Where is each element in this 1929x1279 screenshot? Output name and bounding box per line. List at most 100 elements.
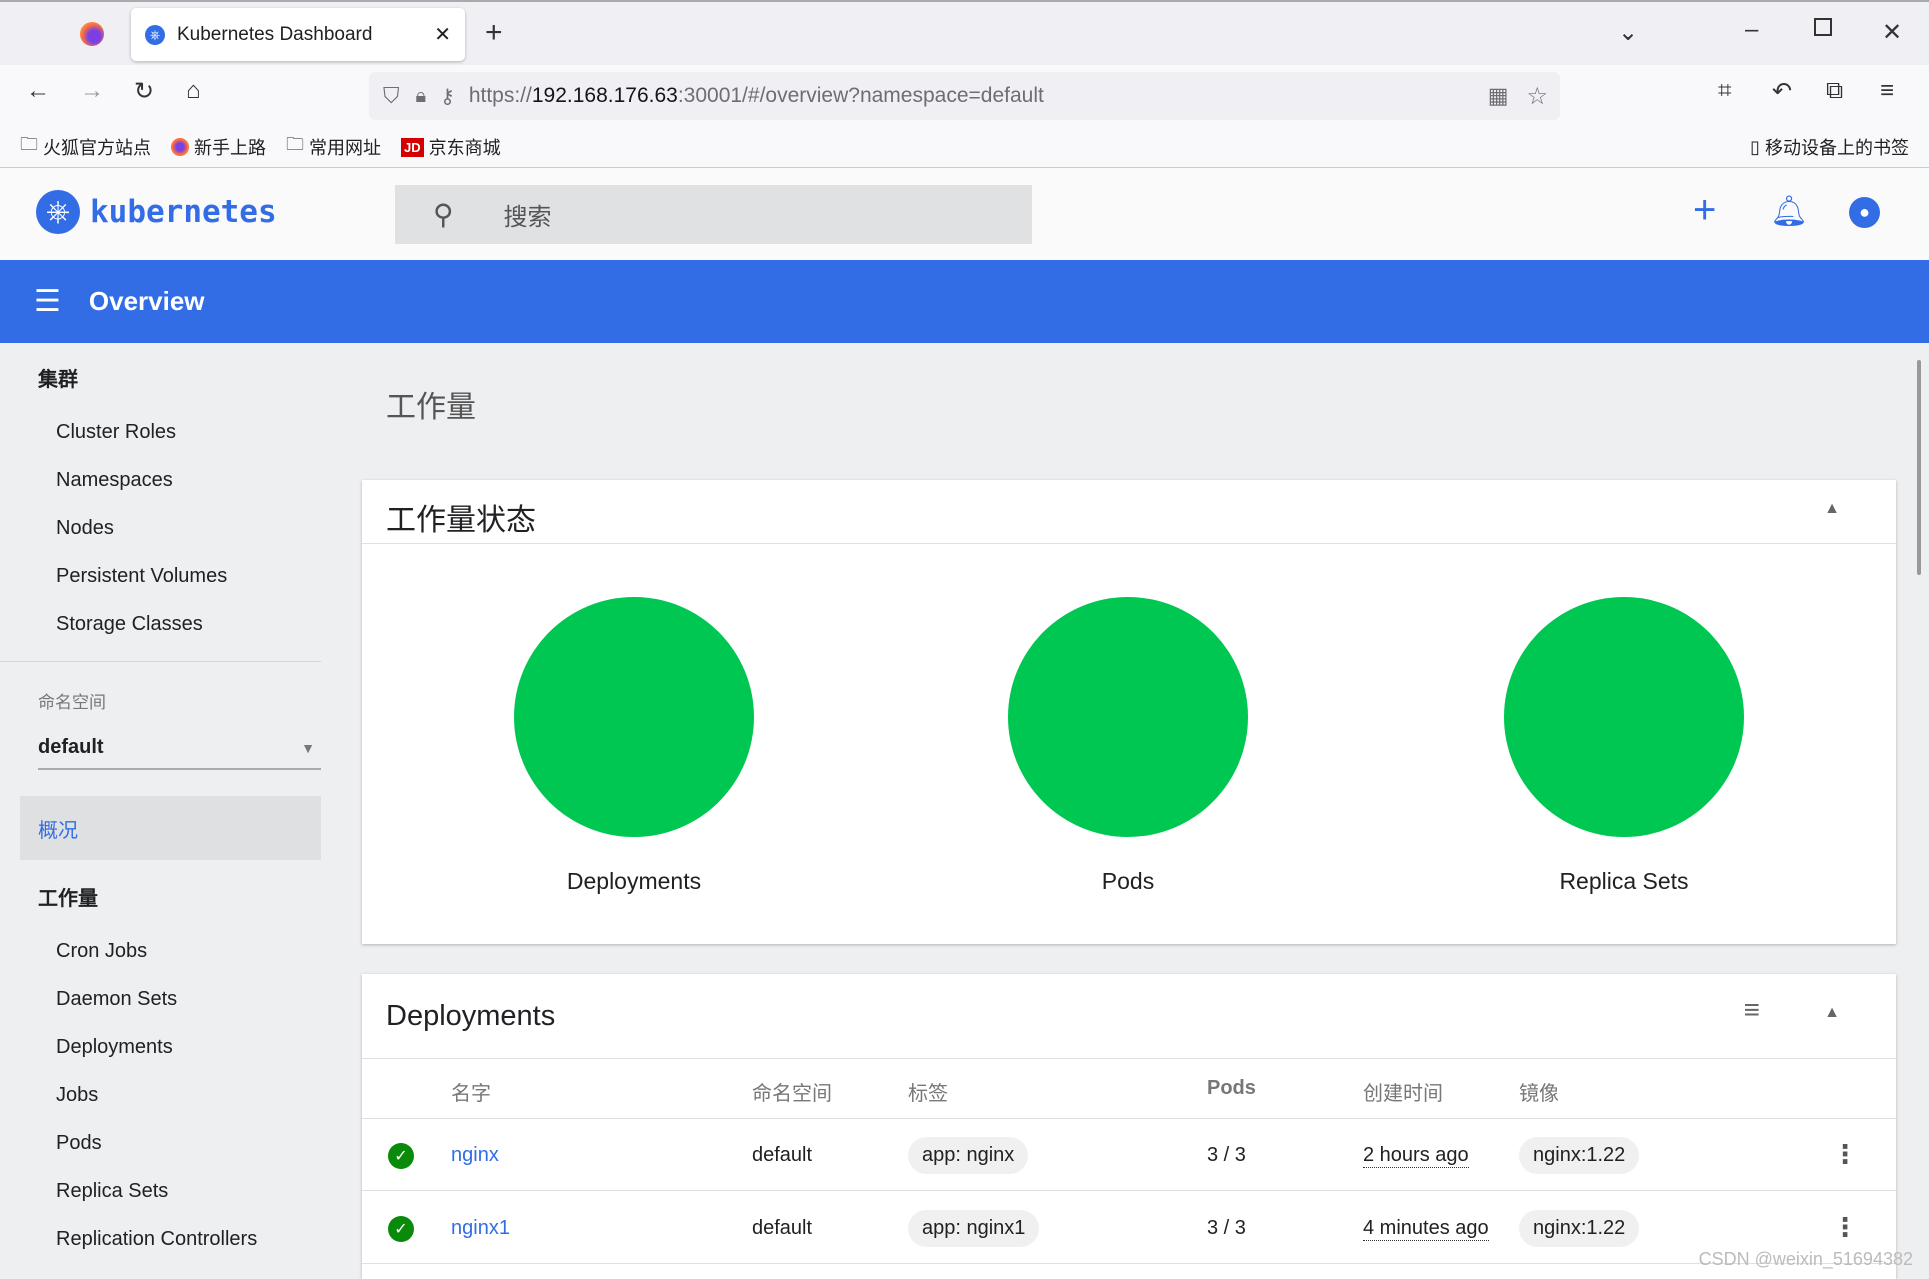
sidebar-item-daemon-sets[interactable]: Daemon Sets bbox=[56, 988, 177, 1011]
sidebar-item-cron-jobs[interactable]: Cron Jobs bbox=[56, 940, 147, 963]
collapse-icon[interactable]: ▲ bbox=[1824, 500, 1840, 518]
column-header-name[interactable]: 名字 bbox=[451, 1077, 491, 1106]
bookmark-item[interactable]: JD 京东商城 bbox=[401, 134, 501, 160]
sidebar-item-jobs[interactable]: Jobs bbox=[56, 1084, 98, 1107]
sidebar-item-deployments[interactable]: Deployments bbox=[56, 1036, 173, 1059]
workload-status-card: 工作量状态 ▲ Deployments Pods Replica Sets bbox=[362, 480, 1896, 944]
page-title: Overview bbox=[88, 286, 205, 316]
namespace-select[interactable]: default ▼ bbox=[38, 736, 321, 770]
card-title: 工作量状态 bbox=[386, 504, 536, 537]
mobile-bookmarks[interactable]: ▯ 移动设备上的书签 bbox=[1750, 134, 1909, 160]
close-tab-icon[interactable]: ✕ bbox=[434, 22, 451, 47]
kubernetes-logo[interactable]: ⎈ kubernetes bbox=[36, 190, 277, 234]
success-check-icon: ✓ bbox=[388, 1143, 414, 1169]
deployments-card: Deployments ≡ ▲ 名字 命名空间 标签 Pods 创建时间 镜像 … bbox=[362, 974, 1896, 1279]
home-icon[interactable]: ⌂ bbox=[186, 77, 201, 105]
folder-icon: 🗀 bbox=[20, 134, 38, 154]
label-chip: app: nginx bbox=[908, 1137, 1029, 1174]
tab-title: Kubernetes Dashboard bbox=[177, 23, 373, 45]
crop-icon[interactable]: ⌗ bbox=[1718, 77, 1732, 105]
more-vert-icon[interactable]: ⋮ bbox=[1832, 1212, 1858, 1243]
bookmark-item[interactable]: 🗀 火狐官方站点 bbox=[20, 132, 151, 162]
create-plus-icon[interactable]: + bbox=[1693, 188, 1716, 233]
sidebar-item-namespaces[interactable]: Namespaces bbox=[56, 469, 173, 492]
close-window-icon[interactable]: ✕ bbox=[1882, 18, 1902, 47]
url-bar[interactable]: ⛉ 🔒︎ ⚷ https://192.168.176.63:30001/#/ov… bbox=[369, 72, 1560, 120]
kubernetes-helm-icon: ⎈ bbox=[36, 190, 80, 234]
chart-label-deployments: Deployments bbox=[566, 868, 702, 894]
image-chip: nginx:1.22 bbox=[1519, 1210, 1640, 1247]
notifications-bell-icon[interactable]: 🔔︎ bbox=[1770, 194, 1808, 229]
jd-logo-icon: JD bbox=[401, 137, 424, 157]
scrollbar[interactable] bbox=[1917, 360, 1921, 575]
hamburger-menu-icon[interactable]: ☰ bbox=[34, 284, 61, 319]
dropdown-arrow-icon: ▼ bbox=[301, 740, 315, 756]
account-icon[interactable]: ● bbox=[1849, 197, 1880, 228]
namespace-cell: default bbox=[752, 1144, 813, 1166]
label-chip: app: nginx1 bbox=[908, 1210, 1040, 1247]
table-header: 名字 命名空间 标签 Pods 创建时间 镜像 bbox=[362, 1058, 1896, 1118]
bookmarks-bar: 🗀 火狐官方站点 新手上路 🗀 常用网址 JD 京东商城 ▯ 移动设备上的书签 bbox=[0, 127, 1929, 168]
search-input[interactable]: ⚲ 搜索 bbox=[395, 185, 1032, 244]
replica-sets-status-chart[interactable] bbox=[1504, 597, 1744, 837]
back-icon[interactable]: ← bbox=[26, 77, 50, 105]
pods-cell: 3 / 3 bbox=[1207, 1217, 1246, 1239]
sidebar-item-storage-classes[interactable]: Storage Classes bbox=[56, 613, 203, 636]
chart-label-pods: Pods bbox=[1101, 868, 1155, 894]
minimize-icon[interactable]: – bbox=[1745, 16, 1758, 44]
page-toolbar: ☰ Overview bbox=[0, 260, 1929, 343]
chart-label-replica-sets: Replica Sets bbox=[1559, 868, 1689, 894]
card-title: Deployments bbox=[386, 1000, 556, 1032]
bookmark-item[interactable]: 🗀 常用网址 bbox=[286, 132, 381, 162]
shield-icon[interactable]: ⛉ bbox=[383, 83, 400, 109]
filter-icon[interactable]: ≡ bbox=[1744, 994, 1760, 1026]
sidebar-heading-workloads[interactable]: 工作量 bbox=[38, 882, 98, 911]
pods-status-chart[interactable] bbox=[1008, 597, 1248, 837]
deployment-name-link[interactable]: nginx bbox=[451, 1144, 499, 1167]
reload-icon[interactable]: ↻ bbox=[134, 77, 154, 106]
bookmark-star-icon[interactable]: ☆ bbox=[1526, 82, 1548, 111]
browser-tab-bar: ⎈ Kubernetes Dashboard ✕ + ⌄ – ✕ bbox=[0, 0, 1929, 65]
sidebar-heading-cluster: 集群 bbox=[38, 369, 78, 391]
sidebar-item-pods[interactable]: Pods bbox=[56, 1132, 102, 1155]
sidebar-item-persistent-volumes[interactable]: Persistent Volumes bbox=[56, 565, 227, 588]
key-icon[interactable]: ⚷ bbox=[440, 84, 455, 109]
menu-icon[interactable]: ≡ bbox=[1880, 77, 1894, 105]
column-header-labels: 标签 bbox=[908, 1083, 948, 1105]
sidebar-item-nodes[interactable]: Nodes bbox=[56, 517, 114, 540]
sidebar-item-cluster-roles[interactable]: Cluster Roles bbox=[56, 421, 176, 444]
folder-icon: 🗀 bbox=[286, 134, 304, 154]
firefox-icon[interactable] bbox=[80, 22, 104, 46]
maximize-icon[interactable] bbox=[1814, 18, 1832, 36]
undo-icon[interactable]: ↶ bbox=[1772, 77, 1792, 106]
chevron-down-icon[interactable]: ⌄ bbox=[1618, 18, 1638, 47]
created-cell: 2 hours ago bbox=[1363, 1144, 1469, 1168]
url-text[interactable]: https://192.168.176.63:30001/#/overview?… bbox=[469, 84, 1044, 108]
created-cell: 4 minutes ago bbox=[1363, 1217, 1489, 1241]
column-header-created[interactable]: 创建时间 bbox=[1363, 1077, 1443, 1106]
table-row: ✓ nginx1 default app: nginx1 3 / 3 4 min… bbox=[362, 1192, 1896, 1264]
new-tab-icon[interactable]: + bbox=[485, 16, 503, 50]
more-vert-icon[interactable]: ⋮ bbox=[1832, 1139, 1858, 1170]
lock-icon[interactable]: 🔒︎ bbox=[416, 85, 427, 108]
bookmark-item[interactable]: 新手上路 bbox=[171, 134, 266, 160]
deployments-status-chart[interactable] bbox=[514, 597, 754, 837]
success-check-icon: ✓ bbox=[388, 1216, 414, 1242]
forward-icon[interactable]: → bbox=[80, 77, 104, 105]
collapse-icon[interactable]: ▲ bbox=[1824, 1004, 1840, 1022]
card-divider bbox=[362, 543, 1896, 544]
qr-code-icon[interactable]: ▦ bbox=[1488, 83, 1509, 109]
sidebar-item-overview[interactable]: 概况 bbox=[20, 796, 321, 860]
extensions-icon[interactable]: ⧉ bbox=[1826, 77, 1843, 105]
sidebar-divider bbox=[0, 661, 321, 662]
column-header-namespace: 命名空间 bbox=[752, 1083, 832, 1105]
sidebar-item-replica-sets[interactable]: Replica Sets bbox=[56, 1180, 168, 1203]
search-icon: ⚲ bbox=[433, 199, 454, 230]
deployment-name-link[interactable]: nginx1 bbox=[451, 1217, 510, 1240]
table-row: ✓ nginx default app: nginx 3 / 3 2 hours… bbox=[362, 1119, 1896, 1191]
firefox-icon bbox=[171, 138, 189, 156]
namespace-cell: default bbox=[752, 1217, 813, 1239]
sidebar-item-replication-controllers[interactable]: Replication Controllers bbox=[56, 1228, 257, 1251]
browser-tab[interactable]: ⎈ Kubernetes Dashboard ✕ bbox=[131, 8, 465, 61]
image-chip: nginx:1.22 bbox=[1519, 1137, 1640, 1174]
